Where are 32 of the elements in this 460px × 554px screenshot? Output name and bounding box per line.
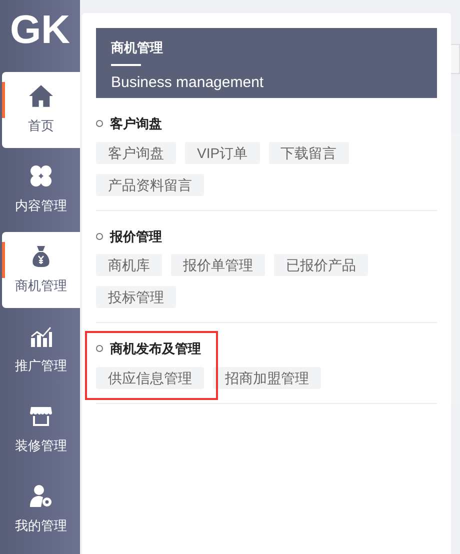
sidebar-item[interactable]: 推广管理	[2, 312, 80, 388]
panel-subtitle: Business management	[111, 72, 265, 92]
bar-chart-icon	[28, 324, 54, 348]
section-title: 客户询盘	[110, 115, 162, 133]
section-title: 报价管理	[110, 228, 162, 246]
menu-tag[interactable]: 报价单管理	[171, 254, 265, 276]
menu-tag[interactable]: 投标管理	[96, 286, 176, 308]
logo[interactable]: GK	[10, 10, 70, 50]
menu-tag[interactable]: 产品资料留言	[96, 174, 204, 196]
house-icon	[28, 84, 54, 108]
menu-tag[interactable]: 商机库	[96, 254, 162, 276]
menu-tag[interactable]: 供应信息管理	[96, 366, 204, 388]
sidebar-item[interactable]: 首页	[2, 72, 80, 148]
store-icon	[28, 404, 54, 428]
section-title: 商机发布及管理	[110, 340, 201, 358]
menu-tag[interactable]: 招商加盟管理	[213, 366, 321, 388]
sidebar-item[interactable]: 商机管理	[2, 232, 80, 308]
active-indicator	[2, 242, 5, 278]
menu-tag[interactable]: 已报价产品	[274, 254, 368, 276]
clover-icon	[28, 164, 54, 188]
bullet-icon	[96, 120, 103, 128]
user-gear-icon	[28, 484, 54, 508]
sidebar-item[interactable]: 我的管理	[2, 472, 80, 548]
menu-tag[interactable]: VIP订单	[185, 142, 260, 164]
sidebar-item[interactable]: 内容管理	[2, 152, 80, 228]
bullet-icon	[96, 232, 103, 240]
menu-tag[interactable]: 下载留言	[268, 142, 349, 164]
active-indicator	[2, 82, 5, 118]
bullet-icon	[96, 345, 103, 352]
menu-tag[interactable]: 客户询盘	[96, 142, 176, 164]
sidebar-item[interactable]: 装修管理	[2, 392, 80, 468]
panel-title: 商机管理	[111, 39, 164, 57]
